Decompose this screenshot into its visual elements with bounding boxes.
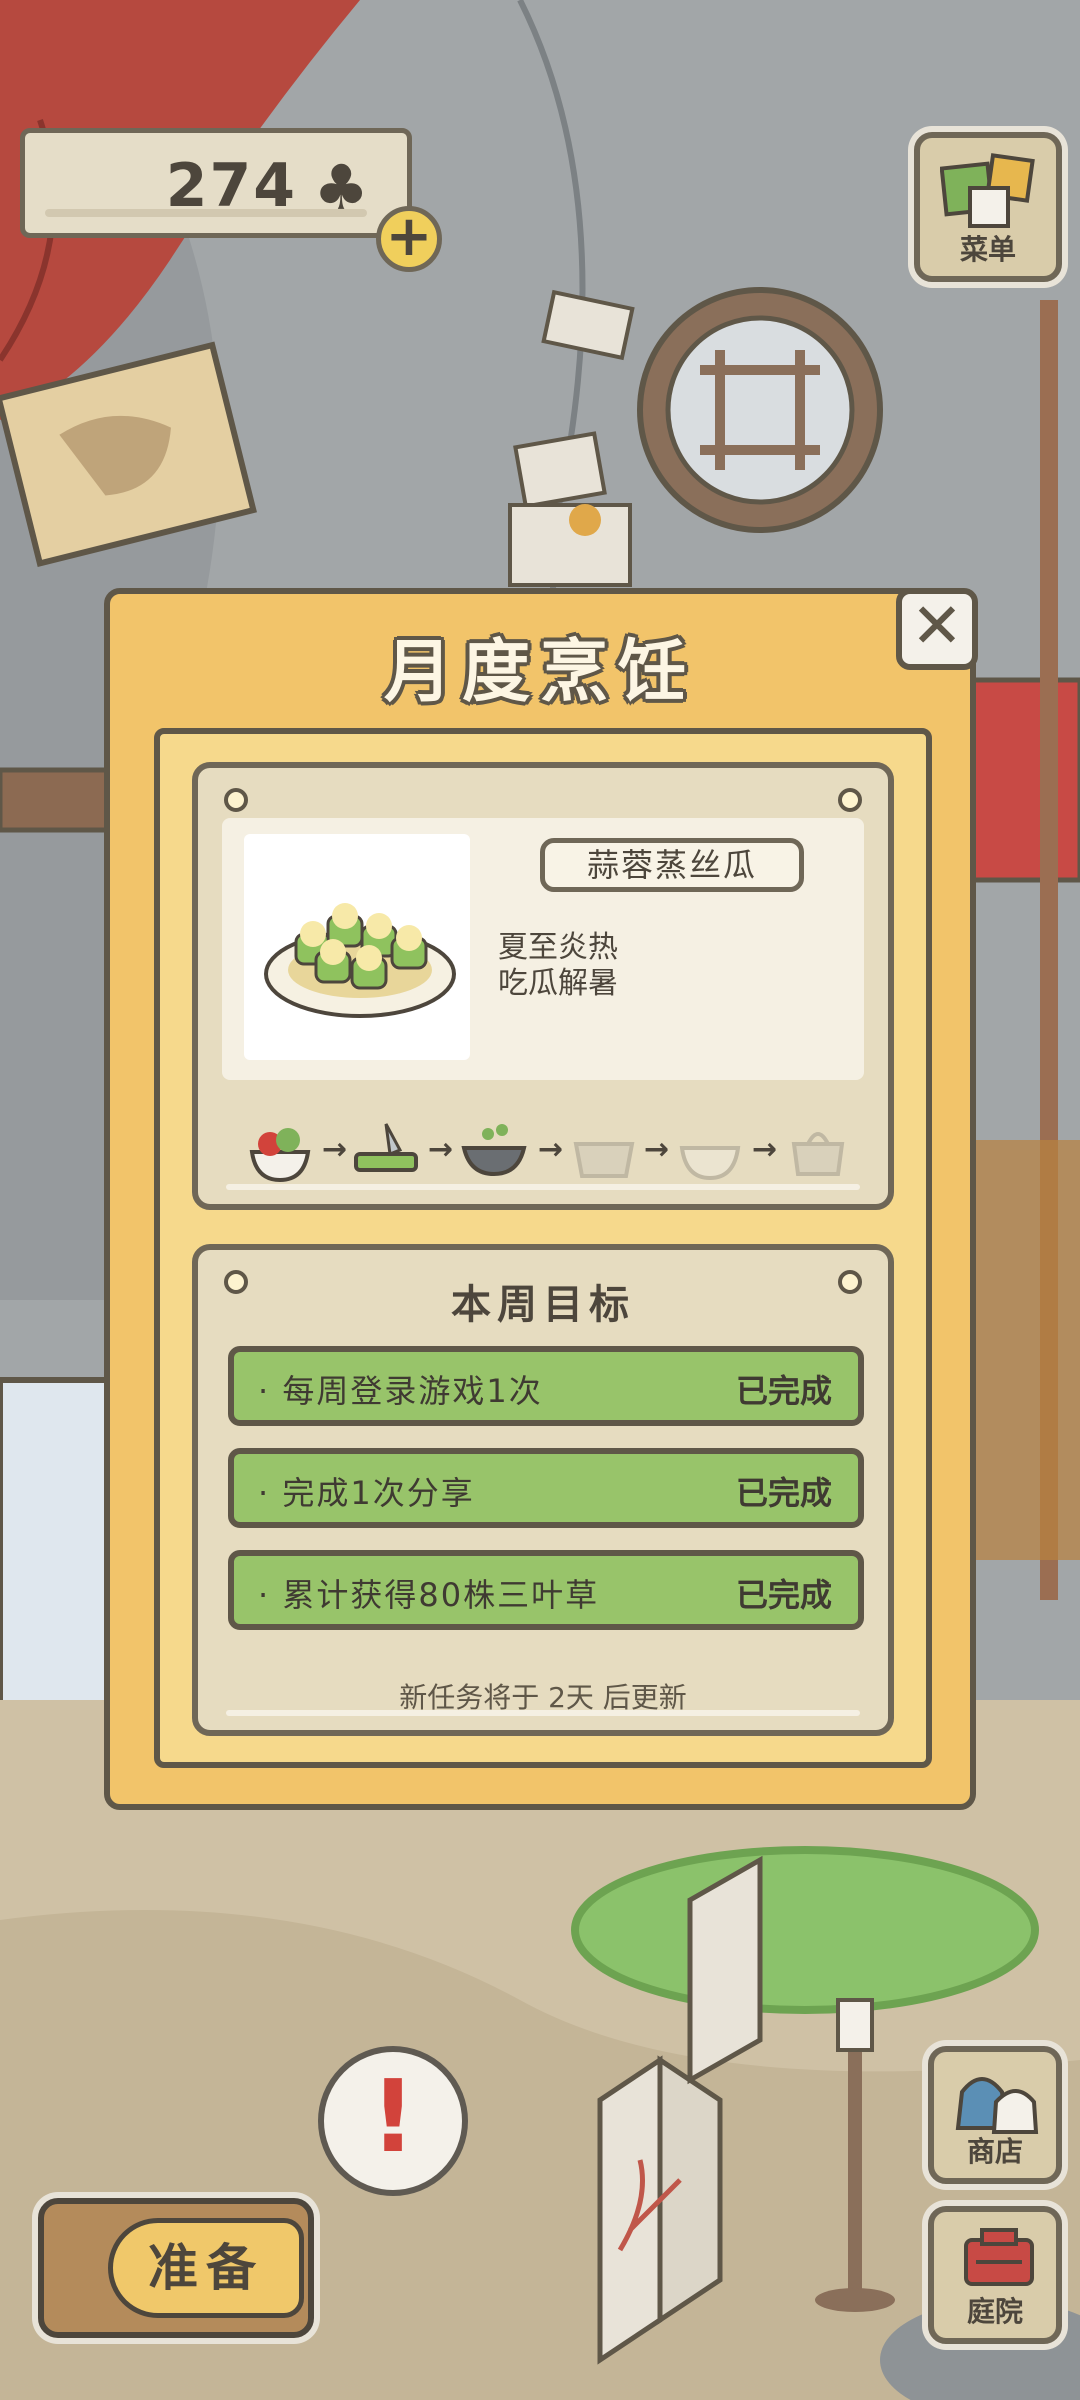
steamer-icon [573, 1142, 635, 1178]
notes-icon [940, 153, 1035, 228]
arrow-icon: → [322, 1132, 348, 1167]
close-icon: ✕ [911, 589, 963, 662]
cooking-steps: → → → → → [222, 1114, 864, 1194]
goal-status: 已完成 [735, 1372, 832, 1410]
add-clover-button[interactable]: + [376, 206, 442, 272]
arrow-icon: → [644, 1132, 670, 1167]
shop-button[interactable]: 商店 [928, 2046, 1062, 2184]
dish-image [244, 834, 470, 1060]
goal-text: · 完成1次分享 [258, 1474, 475, 1512]
goal-item: · 完成1次分享 已完成 [228, 1448, 864, 1528]
bag-icon [791, 1132, 845, 1176]
close-button[interactable]: ✕ [896, 588, 978, 670]
goal-item: · 累计获得80株三叶草 已完成 [228, 1550, 864, 1630]
card-strip [226, 1710, 860, 1716]
bowl-icon [679, 1146, 741, 1181]
dish-description-line-2: 吃瓜解暑 [498, 966, 618, 1001]
clover-counter: 274 ♣ [20, 128, 412, 238]
shop-button-label: 商店 [966, 2135, 1023, 2168]
goal-status: 已完成 [735, 1474, 832, 1512]
weekly-goals-card: 本周目标 · 每周登录游戏1次 已完成 · 完成1次分享 已完成 · 累计获得8… [192, 1244, 894, 1736]
prepare-button-label: 准备 [108, 2218, 304, 2318]
dish-name-tag: 蒜蓉蒸丝瓜 [540, 838, 804, 892]
steamed-loofah-dish-icon [264, 903, 456, 1018]
arrow-icon: → [538, 1132, 564, 1167]
goal-status: 已完成 [735, 1576, 832, 1614]
bags-icon [955, 2077, 1039, 2134]
arrow-icon: → [428, 1132, 454, 1167]
plus-icon: + [385, 204, 433, 269]
dialog-content-panel: 蒜蓉蒸丝瓜 夏至炎热 吃瓜解暑 → → → → → 本周目标 · 每周登录游戏1… [154, 728, 932, 1768]
recipe-card: 蒜蓉蒸丝瓜 夏至炎热 吃瓜解暑 → → → → → [192, 762, 894, 1210]
arrow-icon: → [752, 1132, 778, 1167]
monthly-cooking-dialog: 月度烹饪 蒜蓉蒸丝瓜 夏至炎热 吃瓜解暑 → → → → → 本周目标 · 每周… [104, 588, 976, 1810]
goal-item: · 每周登录游戏1次 已完成 [228, 1346, 864, 1426]
alert-bubble[interactable]: ! [318, 2046, 468, 2196]
recipe-info: 蒜蓉蒸丝瓜 夏至炎热 吃瓜解暑 [222, 818, 864, 1080]
menu-button[interactable]: 菜单 [914, 132, 1062, 282]
counter-underline [45, 209, 367, 217]
card-strip [226, 1184, 860, 1190]
yard-button-label: 庭院 [966, 2295, 1023, 2328]
wok-icon [461, 1124, 527, 1177]
exclamation-icon: ! [370, 2058, 416, 2175]
dialog-title: 月度烹饪 [383, 633, 696, 712]
weekly-goals-title: 本周目标 [451, 1282, 635, 1328]
pin-icon [838, 788, 862, 812]
menu-button-label: 菜单 [959, 233, 1016, 266]
mailbox-icon [964, 2228, 1034, 2286]
goal-text: · 累计获得80株三叶草 [258, 1576, 600, 1614]
vegetables-icon [249, 1128, 311, 1183]
yard-button[interactable]: 庭院 [928, 2206, 1062, 2344]
pin-icon [224, 788, 248, 812]
chopping-icon [354, 1123, 418, 1172]
goal-text: · 每周登录游戏1次 [258, 1372, 543, 1410]
prepare-button[interactable]: 准备 [38, 2198, 314, 2338]
